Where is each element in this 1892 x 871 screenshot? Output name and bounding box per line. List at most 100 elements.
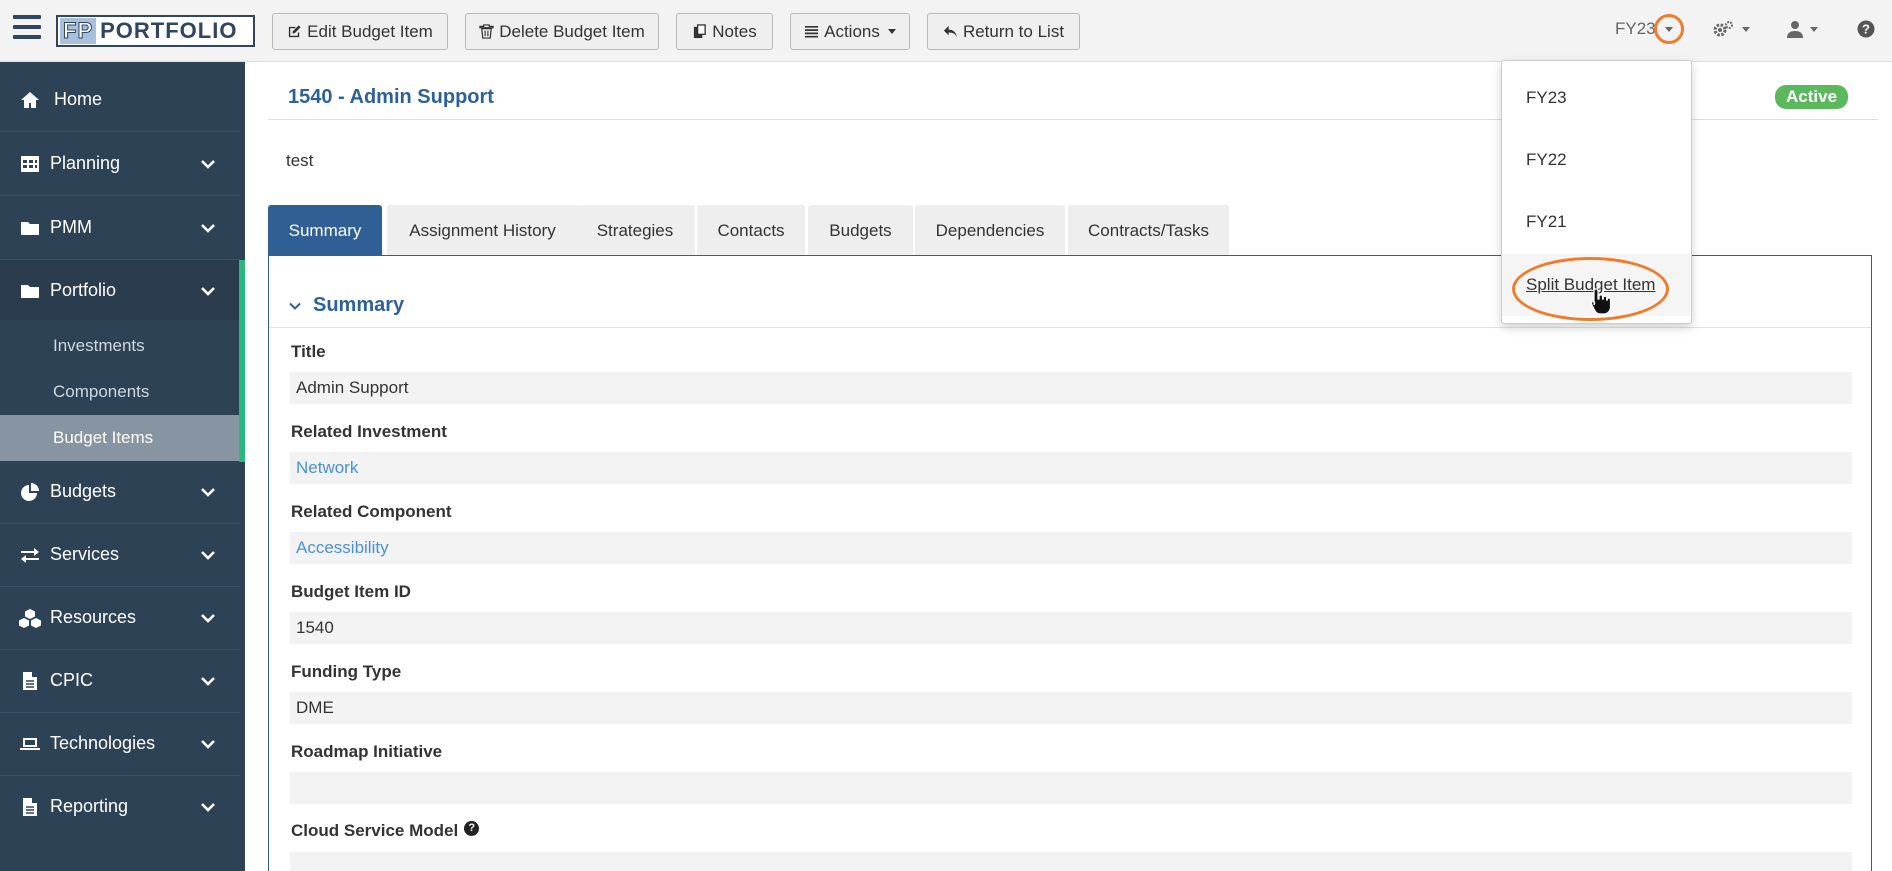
tab-summary[interactable]: Summary <box>268 205 382 256</box>
top-bar: FP PORTFOLIO Edit Budget Item Delete Bud… <box>0 0 1892 62</box>
edit-budget-item-label: Edit Budget Item <box>307 21 433 41</box>
field-label-title: Title <box>291 342 326 361</box>
chevron-down-icon <box>1810 26 1818 32</box>
laptop-icon <box>19 733 41 755</box>
table-icon <box>19 153 41 175</box>
notes-button[interactable]: Notes <box>676 13 773 50</box>
tab-contacts[interactable]: Contacts <box>697 205 805 256</box>
notes-label: Notes <box>712 21 757 41</box>
page-title: 1540 - Admin Support <box>288 86 494 108</box>
chevron-down-icon <box>1742 26 1750 32</box>
sidebar-item-label: Budgets <box>50 481 117 501</box>
file-text-icon <box>19 796 41 818</box>
chevron-down-icon <box>1665 27 1673 32</box>
chevron-down-icon <box>200 673 216 689</box>
field-label-cloud-service-model: Cloud Service Model? <box>291 821 480 841</box>
fiscal-year-selector[interactable]: FY23 <box>1615 17 1656 41</box>
summary-section-toggle[interactable]: Summary <box>289 294 404 317</box>
edit-icon <box>289 25 301 38</box>
user-icon <box>1787 21 1803 38</box>
logo-portfolio: PORTFOLIO <box>100 18 238 43</box>
sidebar-item-reporting[interactable]: Reporting <box>0 775 240 838</box>
field-value-funding-type: DME <box>290 692 1852 724</box>
fiscal-year-label: FY23 <box>1615 19 1656 38</box>
settings-menu[interactable] <box>1713 18 1750 40</box>
delete-budget-item-label: Delete Budget Item <box>499 21 645 41</box>
field-label-roadmap-initiative: Roadmap Initiative <box>291 742 443 761</box>
pointer-hand-icon <box>1590 288 1612 315</box>
sidebar-item-label: Resources <box>50 607 137 627</box>
app-logo[interactable]: FP PORTFOLIO <box>56 15 255 47</box>
fiscal-year-caret-highlight[interactable] <box>1654 14 1684 44</box>
folder-icon <box>19 280 41 302</box>
cloud-service-model-label: Cloud Service Model <box>291 821 459 840</box>
sidebar-subitem-budget-items[interactable]: Budget Items <box>0 415 239 461</box>
related-component-link[interactable]: Accessibility <box>290 532 1852 564</box>
sidebar: Home Planning PMM Portfolio Investments … <box>0 62 245 871</box>
chevron-down-icon <box>200 610 216 626</box>
pie-chart-icon <box>19 481 41 503</box>
home-icon <box>19 89 41 111</box>
help-icon: ? <box>1857 20 1875 38</box>
reply-arrow-icon <box>943 25 957 38</box>
field-value-roadmap-initiative <box>290 772 1852 804</box>
tab-budgets[interactable]: Budgets <box>808 205 913 256</box>
sidebar-item-label: Reporting <box>50 796 129 816</box>
return-to-list-button[interactable]: Return to List <box>927 13 1080 50</box>
file-text-icon <box>19 670 41 692</box>
sidebar-item-label: Technologies <box>50 733 156 753</box>
sidebar-item-budgets[interactable]: Budgets <box>0 460 240 523</box>
fy-option[interactable]: FY21 <box>1502 202 1691 242</box>
chevron-down-icon <box>200 736 216 752</box>
sidebar-item-planning[interactable]: Planning <box>0 132 240 195</box>
gears-icon <box>1713 21 1733 37</box>
sidebar-item-resources[interactable]: Resources <box>0 586 240 649</box>
delete-budget-item-button[interactable]: Delete Budget Item <box>465 13 659 50</box>
chevron-down-icon <box>200 799 216 815</box>
chevron-down-icon <box>200 283 216 299</box>
tab-contracts-tasks[interactable]: Contracts/Tasks <box>1068 205 1229 256</box>
sidebar-item-pmm[interactable]: PMM <box>0 196 240 259</box>
chevron-down-icon <box>200 156 216 172</box>
sidebar-item-services[interactable]: Services <box>0 523 240 586</box>
clipboard-icon <box>694 24 707 39</box>
chevron-down-icon <box>200 547 216 563</box>
sidebar-subitem-components[interactable]: Components <box>0 369 239 415</box>
edit-budget-item-button[interactable]: Edit Budget Item <box>272 13 448 50</box>
field-label-budget-item-id: Budget Item ID <box>291 582 411 601</box>
field-value-title: Admin Support <box>290 372 1852 404</box>
sidebar-item-label: PMM <box>50 217 92 237</box>
field-label-related-investment: Related Investment <box>291 422 447 441</box>
sidebar-item-portfolio[interactable]: Portfolio <box>0 259 240 322</box>
related-investment-link[interactable]: Network <box>290 452 1852 484</box>
logo-fp: FP <box>60 18 97 44</box>
actions-dropdown-button[interactable]: Actions <box>790 13 910 50</box>
cubes-icon <box>17 607 43 629</box>
tab-assignment-history[interactable]: Assignment History <box>387 205 578 256</box>
sidebar-item-label: Planning <box>50 153 121 173</box>
help-button[interactable]: ? <box>1857 18 1875 40</box>
sidebar-item-technologies[interactable]: Technologies <box>0 712 240 775</box>
chevron-down-icon <box>200 220 216 236</box>
tab-dependencies[interactable]: Dependencies <box>915 205 1065 256</box>
trash-icon <box>479 24 494 39</box>
field-value-budget-item-id: 1540 <box>290 612 1852 644</box>
svg-text:?: ? <box>1862 22 1870 37</box>
section-divider <box>269 327 1871 328</box>
hamburger-menu-icon[interactable] <box>13 15 41 39</box>
user-menu[interactable] <box>1787 18 1818 40</box>
chevron-down-icon <box>887 29 896 34</box>
actions-label: Actions <box>824 21 880 41</box>
fy-option[interactable]: FY22 <box>1502 140 1691 180</box>
tab-strategies[interactable]: Strategies <box>575 205 695 256</box>
chevron-down-icon <box>289 302 301 310</box>
fy-option[interactable]: FY23 <box>1502 78 1691 118</box>
item-description: test <box>286 151 314 170</box>
sidebar-item-label: Home <box>54 89 103 109</box>
sidebar-item-cpic[interactable]: CPIC <box>0 649 240 712</box>
sidebar-subitem-investments[interactable]: Investments <box>0 323 239 369</box>
sidebar-item-label: Services <box>50 544 120 564</box>
question-circle-icon[interactable]: ? <box>464 821 480 836</box>
sidebar-item-home[interactable]: Home <box>0 68 240 131</box>
chevron-down-icon <box>200 484 216 500</box>
